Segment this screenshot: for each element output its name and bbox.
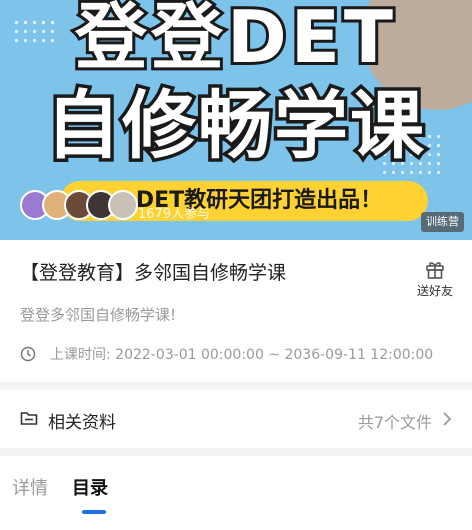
folder-icon xyxy=(20,412,38,425)
participant-avatars xyxy=(20,190,138,222)
active-tab-indicator xyxy=(82,510,106,514)
participant-count: 1679人参与 xyxy=(138,207,211,222)
share-gift-button[interactable]: 送好友 xyxy=(412,258,458,299)
chevron-right-icon xyxy=(443,412,452,426)
materials-label: 相关资料 xyxy=(48,413,116,433)
course-description: 登登多邻国自修畅学课! xyxy=(20,306,177,324)
banner-title-line2: 自修畅学课 xyxy=(43,80,428,173)
course-title: 【登登教育】多邻国自修畅学课 xyxy=(20,262,287,284)
gift-icon xyxy=(426,262,444,279)
class-time-text: 上课时间: 2022-03-01 00:00:00 ~ 2036-09-11 1… xyxy=(50,347,434,363)
course-banner: 登登DET 自修畅学课 DET教研天团打造出品！ 1679人参与 训练营 xyxy=(0,0,472,240)
clock-icon xyxy=(20,346,36,362)
camp-badge: 训练营 xyxy=(421,212,464,232)
gift-label: 送好友 xyxy=(416,284,453,298)
course-page: 登登DET 自修畅学课 DET教研天团打造出品！ 1679人参与 训练营 【登登… xyxy=(0,0,472,530)
course-info-card: 【登登教育】多邻国自修畅学课 送好友 登登多邻国自修畅学课! 上课时间: 202… xyxy=(0,240,472,382)
class-time-row: 上课时间: 2022-03-01 00:00:00 ~ 2036-09-11 1… xyxy=(20,344,450,366)
tab-catalog[interactable]: 目录 xyxy=(72,474,108,500)
related-materials-row[interactable]: 相关资料 共7个文件 xyxy=(0,390,472,448)
avatar xyxy=(108,190,138,220)
materials-count: 共7个文件 xyxy=(357,413,432,432)
content-tabs: 详情 目录 xyxy=(0,456,472,530)
tab-details[interactable]: 详情 xyxy=(12,474,48,500)
